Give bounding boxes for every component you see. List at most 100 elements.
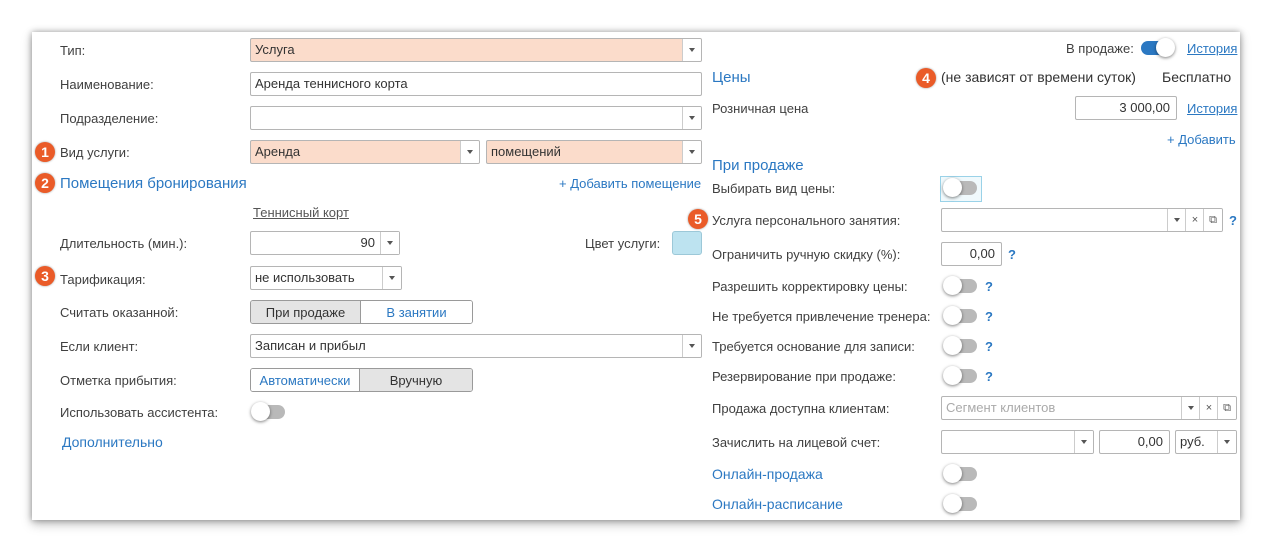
rooms-section-title: Помещения бронирования — [60, 175, 247, 192]
prices-note: (не зависят от времени суток) — [941, 69, 1136, 85]
basis-toggle[interactable] — [943, 336, 977, 355]
color-label: Цвет услуги: — [585, 236, 661, 251]
online-schedule-toggle[interactable] — [943, 494, 977, 513]
online-sale-toggle[interactable] — [943, 464, 977, 483]
price-adjust-toggle[interactable] — [943, 276, 977, 295]
clients-placeholder: Сегмент клиентов — [946, 400, 1056, 415]
currency-select[interactable]: руб. — [1175, 430, 1237, 454]
step-badge-5: 5 — [688, 209, 708, 229]
online-sale-link[interactable]: Онлайн-продажа — [712, 466, 823, 482]
kind-value: Аренда — [255, 144, 301, 159]
duration-value: 90 — [360, 235, 375, 250]
free-text: Бесплатно — [1162, 69, 1232, 85]
arrival-label: Отметка прибытия: — [60, 373, 177, 388]
type-label: Тип: — [60, 43, 86, 58]
tariff-label: Тарификация: — [60, 272, 146, 287]
count-option-lesson[interactable]: В занятии — [360, 301, 472, 323]
chevron-down-icon[interactable] — [382, 267, 401, 289]
tariff-value: не использовать — [255, 270, 355, 285]
arrival-option-manual[interactable]: Вручную — [359, 369, 472, 391]
open-icon[interactable]: ⧉ — [1203, 209, 1222, 231]
kind-sub-select[interactable]: помещений — [486, 140, 702, 164]
chevron-down-icon[interactable] — [1167, 209, 1186, 231]
choose-price-toggle[interactable] — [943, 178, 977, 197]
help-icon[interactable]: ? — [985, 369, 993, 384]
assistant-label: Использовать ассистента: — [60, 405, 219, 420]
chevron-down-icon[interactable] — [460, 141, 479, 163]
extra-link[interactable]: Дополнительно — [62, 434, 163, 450]
arrival-toggle-group: Автоматически Вручную — [250, 368, 473, 392]
open-icon[interactable]: ⧉ — [1217, 397, 1236, 419]
clear-icon[interactable]: × — [1185, 209, 1204, 231]
add-price-link[interactable]: + Добавить — [1167, 132, 1236, 147]
count-option-sale[interactable]: При продаже — [251, 301, 360, 323]
count-toggle-group: При продаже В занятии — [250, 300, 473, 324]
retail-price-input[interactable]: 3 000,00 — [1075, 96, 1177, 120]
name-input[interactable]: Аренда теннисного корта — [250, 72, 702, 96]
help-icon[interactable]: ? — [985, 339, 993, 354]
prices-section-title: Цены — [712, 69, 751, 86]
basis-label: Требуется основание для записи: — [712, 339, 915, 354]
tariff-select[interactable]: не использовать — [250, 266, 402, 290]
room-item-link[interactable]: Теннисный корт — [253, 205, 349, 220]
client-value: Записан и прибыл — [255, 338, 366, 353]
chevron-down-icon[interactable] — [682, 107, 701, 129]
help-icon[interactable]: ? — [1008, 247, 1016, 262]
count-label: Считать оказанной: — [60, 305, 179, 320]
help-icon[interactable]: ? — [1229, 213, 1237, 228]
sale-section-title: При продаже — [712, 157, 804, 174]
chevron-down-icon[interactable] — [682, 335, 701, 357]
chevron-down-icon[interactable] — [1217, 431, 1236, 453]
personal-label: Услуга персонального занятия: — [712, 213, 901, 228]
division-label: Подразделение: — [60, 111, 159, 126]
price-adjust-label: Разрешить корректировку цены: — [712, 279, 908, 294]
help-icon[interactable]: ? — [985, 309, 993, 324]
retail-label: Розничная цена — [712, 101, 809, 116]
account-label: Зачислить на лицевой счет: — [712, 435, 881, 450]
choose-price-label: Выбирать вид цены: — [712, 181, 836, 196]
no-trainer-toggle[interactable] — [943, 306, 977, 325]
on-sale-toggle[interactable] — [1141, 38, 1175, 57]
step-badge-3: 3 — [35, 266, 55, 286]
discount-input[interactable]: 0,00 — [941, 242, 1002, 266]
history-link-2[interactable]: История — [1187, 101, 1237, 116]
duration-label: Длительность (мин.): — [60, 236, 188, 251]
clients-label: Продажа доступна клиентам: — [712, 401, 890, 416]
arrival-option-auto[interactable]: Автоматически — [251, 369, 359, 391]
chevron-down-icon[interactable] — [1181, 397, 1200, 419]
chevron-down-icon[interactable] — [380, 232, 399, 254]
kind-select[interactable]: Аренда — [250, 140, 480, 164]
history-link-1[interactable]: История — [1187, 41, 1237, 56]
kind-label: Вид услуги: — [60, 145, 130, 160]
discount-label: Ограничить ручную скидку (%): — [712, 247, 901, 262]
personal-select[interactable]: × ⧉ — [941, 208, 1223, 232]
division-select[interactable] — [250, 106, 702, 130]
clients-select[interactable]: Сегмент клиентов × ⧉ — [941, 396, 1237, 420]
color-swatch[interactable] — [672, 231, 702, 255]
no-trainer-label: Не требуется привлечение тренера: — [712, 309, 931, 324]
chevron-down-icon[interactable] — [1074, 431, 1093, 453]
step-badge-4: 4 — [916, 68, 936, 88]
step-badge-1: 1 — [35, 142, 55, 162]
reserve-label: Резервирование при продаже: — [712, 369, 896, 384]
account-select[interactable] — [941, 430, 1094, 454]
kind-sub-value: помещений — [491, 144, 561, 159]
type-select[interactable]: Услуга — [250, 38, 702, 62]
clear-icon[interactable]: × — [1199, 397, 1218, 419]
name-label: Наименование: — [60, 77, 154, 92]
online-schedule-link[interactable]: Онлайн-расписание — [712, 496, 843, 512]
add-room-link[interactable]: + Добавить помещение — [559, 176, 701, 191]
duration-input[interactable]: 90 — [250, 231, 400, 255]
step-badge-2: 2 — [35, 173, 55, 193]
assistant-toggle[interactable] — [251, 402, 285, 421]
currency-value: руб. — [1180, 434, 1205, 449]
on-sale-label: В продаже: — [1066, 41, 1134, 56]
help-icon[interactable]: ? — [985, 279, 993, 294]
chevron-down-icon[interactable] — [682, 39, 701, 61]
reserve-toggle[interactable] — [943, 366, 977, 385]
client-label: Если клиент: — [60, 339, 139, 354]
account-amount-input[interactable]: 0,00 — [1099, 430, 1170, 454]
name-value: Аренда теннисного корта — [255, 76, 408, 91]
client-select[interactable]: Записан и прибыл — [250, 334, 702, 358]
chevron-down-icon[interactable] — [682, 141, 701, 163]
